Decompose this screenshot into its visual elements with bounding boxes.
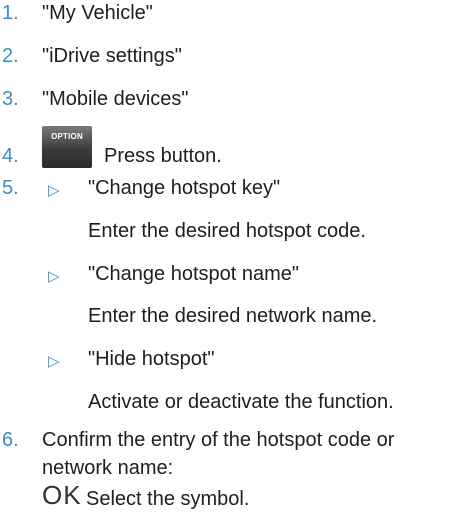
substep-detail-text: Enter the desired hotspot code.	[88, 220, 366, 242]
step-3: 3. "Mobile devices"	[0, 87, 464, 111]
substep-detail-text: Activate or deactivate the function.	[88, 391, 394, 413]
substep-detail: Activate or deactivate the function.	[0, 390, 464, 414]
substep-hide-hotspot: ▷ "Hide hotspot"	[0, 347, 464, 371]
step-text: network name:	[42, 457, 174, 479]
step-4: 4. OPTION Press button.	[0, 126, 464, 168]
step-2: 2. "iDrive settings"	[0, 44, 464, 68]
step-number: 2.	[2, 45, 19, 67]
step-6-line-2: network name:	[0, 456, 464, 480]
substep-title: "Change hotspot key"	[88, 177, 281, 199]
step-text: "My Vehicle"	[42, 2, 153, 24]
step-1: 1. "My Vehicle"	[0, 1, 464, 25]
option-button-icon: OPTION	[42, 126, 92, 168]
substep-detail: Enter the desired network name.	[0, 304, 464, 328]
triangle-right-outline-icon: ▷	[48, 182, 60, 199]
substep-change-hotspot-name: ▷ "Change hotspot name"	[0, 262, 464, 286]
triangle-right-outline-icon: ▷	[48, 268, 60, 285]
step-number: 4.	[2, 145, 19, 167]
step-text: Confirm the entry of the hotspot code or	[42, 429, 395, 451]
step-6-symbol-row: OK Select the symbol.	[0, 482, 464, 517]
step-text: Press button.	[104, 145, 222, 167]
substep-title: "Hide hotspot"	[88, 348, 215, 370]
step-number: 1.	[2, 2, 19, 24]
step-number: 6.	[2, 429, 19, 451]
ok-symbol-icon: OK	[42, 480, 82, 510]
step-text: "Mobile devices"	[42, 88, 189, 110]
substep-detail: Enter the desired hotspot code.	[0, 219, 464, 243]
substep-detail-text: Enter the desired network name.	[88, 305, 378, 327]
triangle-right-outline-icon: ▷	[48, 353, 60, 370]
substep-title: "Change hotspot name"	[88, 263, 300, 285]
step-text: Select the symbol.	[86, 488, 250, 510]
step-number: 3.	[2, 88, 19, 110]
step-6: 6. Confirm the entry of the hotspot code…	[0, 428, 464, 452]
substep-change-hotspot-key: ▷ "Change hotspot key"	[0, 176, 464, 200]
step-text: "iDrive settings"	[42, 45, 182, 67]
